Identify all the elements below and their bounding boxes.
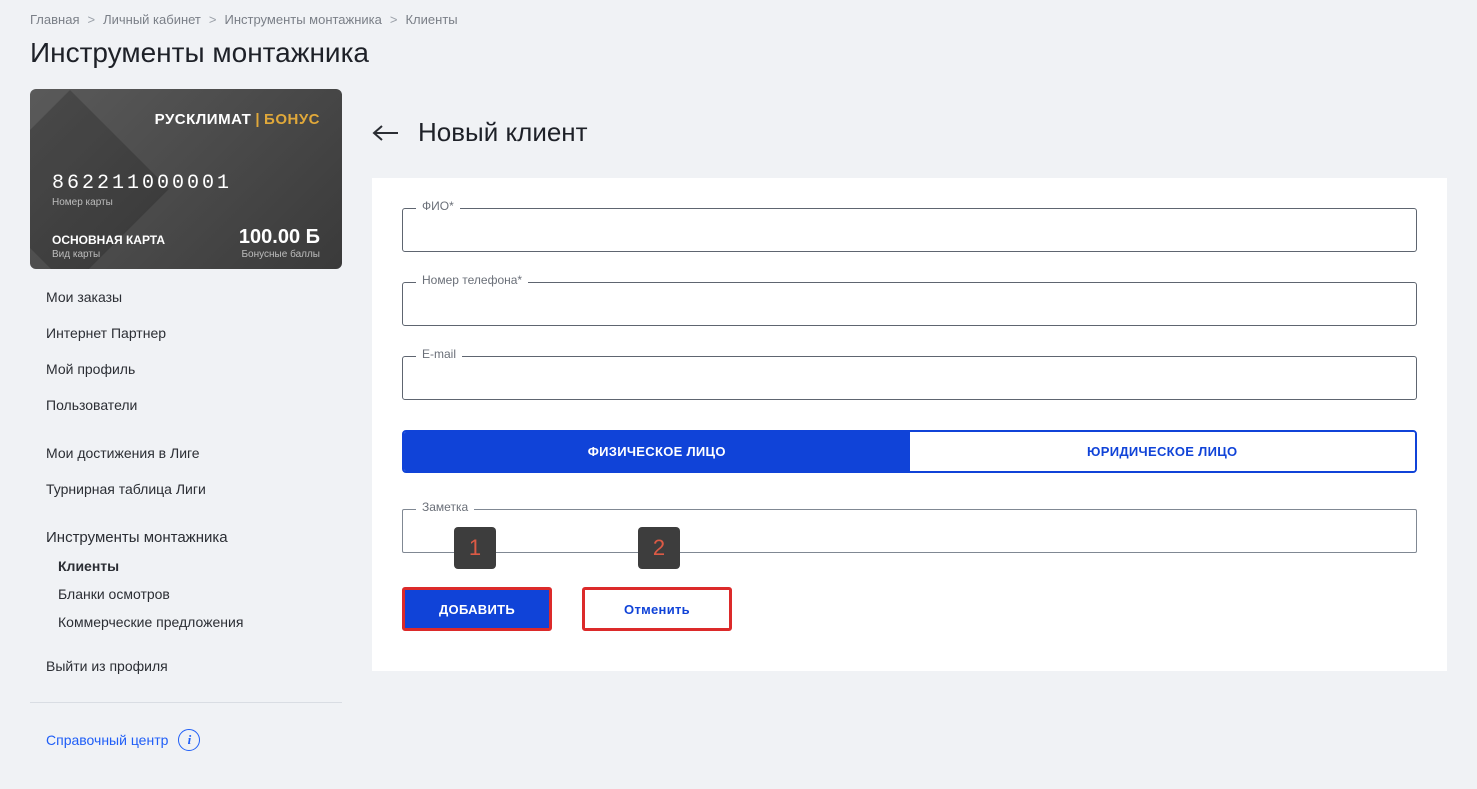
label-email: E-mail — [416, 347, 462, 361]
breadcrumb-item-account[interactable]: Личный кабинет — [103, 12, 201, 27]
back-arrow-icon[interactable] — [372, 124, 400, 142]
nav-sub-offers[interactable]: Коммерческие предложения — [30, 608, 342, 636]
form-actions: 1 2 ДОБАВИТЬ Отменить — [402, 587, 1417, 631]
breadcrumb-item-clients[interactable]: Клиенты — [405, 12, 457, 27]
form-panel: ФИО* Номер телефона* E-mail ФИЗИЧЕСКОЕ Л… — [372, 178, 1447, 671]
nav-item-achievements[interactable]: Мои достижения в Лиге — [30, 435, 342, 471]
input-email[interactable] — [402, 356, 1417, 400]
divider — [30, 702, 342, 703]
nav-sub-clients[interactable]: Клиенты — [30, 552, 342, 580]
card-brand-suffix: БОНУС — [264, 111, 320, 128]
nav-item-profile[interactable]: Мой профиль — [30, 351, 342, 387]
nav-item-partner[interactable]: Интернет Партнер — [30, 315, 342, 351]
nav-item-logout[interactable]: Выйти из профиля — [30, 648, 342, 684]
callout-1: 1 — [454, 527, 496, 569]
label-note: Заметка — [416, 500, 474, 514]
main-content: Новый клиент ФИО* Номер телефона* E-mail… — [372, 89, 1447, 671]
nav-item-league[interactable]: Турнирная таблица Лиги — [30, 471, 342, 507]
nav-item-orders[interactable]: Мои заказы — [30, 279, 342, 315]
page-title: Инструменты монтажника — [30, 37, 1447, 69]
chevron-right-icon: > — [209, 12, 217, 27]
info-icon: i — [178, 729, 200, 751]
chevron-right-icon: > — [87, 12, 95, 27]
label-fio: ФИО* — [416, 199, 460, 213]
field-phone: Номер телефона* — [402, 282, 1417, 326]
card-points-label: Бонусные баллы — [239, 249, 320, 260]
tab-individual[interactable]: ФИЗИЧЕСКОЕ ЛИЦО — [404, 432, 910, 471]
nav-group-tools[interactable]: Инструменты монтажника — [30, 519, 342, 552]
card-type-label: Вид карты — [52, 249, 165, 260]
card-number: 862211000001 — [52, 172, 320, 195]
breadcrumb: Главная > Личный кабинет > Инструменты м… — [30, 12, 1447, 27]
card-brand-main: РУСКЛИМАТ — [155, 111, 252, 128]
callout-2: 2 — [638, 527, 680, 569]
bonus-card: РУСКЛИМАТ|БОНУС 862211000001 Номер карты… — [30, 89, 342, 269]
card-type: ОСНОВНАЯ КАРТА — [52, 233, 165, 247]
cancel-button[interactable]: Отменить — [582, 587, 732, 631]
entity-type-tabs: ФИЗИЧЕСКОЕ ЛИЦО ЮРИДИЧЕСКОЕ ЛИЦО — [402, 430, 1417, 473]
sidebar: РУСКЛИМАТ|БОНУС 862211000001 Номер карты… — [30, 89, 342, 759]
sidebar-nav: Мои заказы Интернет Партнер Мой профиль … — [30, 279, 342, 759]
chevron-right-icon: > — [390, 12, 398, 27]
main-title: Новый клиент — [418, 117, 588, 148]
input-fio[interactable] — [402, 208, 1417, 252]
nav-sub-inspections[interactable]: Бланки осмотров — [30, 580, 342, 608]
field-email: E-mail — [402, 356, 1417, 400]
field-note: Заметка — [402, 509, 1417, 553]
tab-legal[interactable]: ЮРИДИЧЕСКОЕ ЛИЦО — [910, 432, 1416, 471]
help-link[interactable]: Справочный центр i — [30, 721, 342, 759]
card-points: 100.00 Б — [239, 226, 320, 249]
help-link-label: Справочный центр — [46, 732, 168, 748]
label-phone: Номер телефона* — [416, 273, 528, 287]
input-note[interactable] — [402, 509, 1417, 553]
nav-item-users[interactable]: Пользователи — [30, 387, 342, 423]
field-fio: ФИО* — [402, 208, 1417, 252]
input-phone[interactable] — [402, 282, 1417, 326]
breadcrumb-item-home[interactable]: Главная — [30, 12, 79, 27]
pipe-separator: | — [255, 111, 260, 128]
breadcrumb-item-tools[interactable]: Инструменты монтажника — [224, 12, 381, 27]
card-number-label: Номер карты — [52, 197, 320, 208]
add-button[interactable]: ДОБАВИТЬ — [402, 587, 552, 631]
